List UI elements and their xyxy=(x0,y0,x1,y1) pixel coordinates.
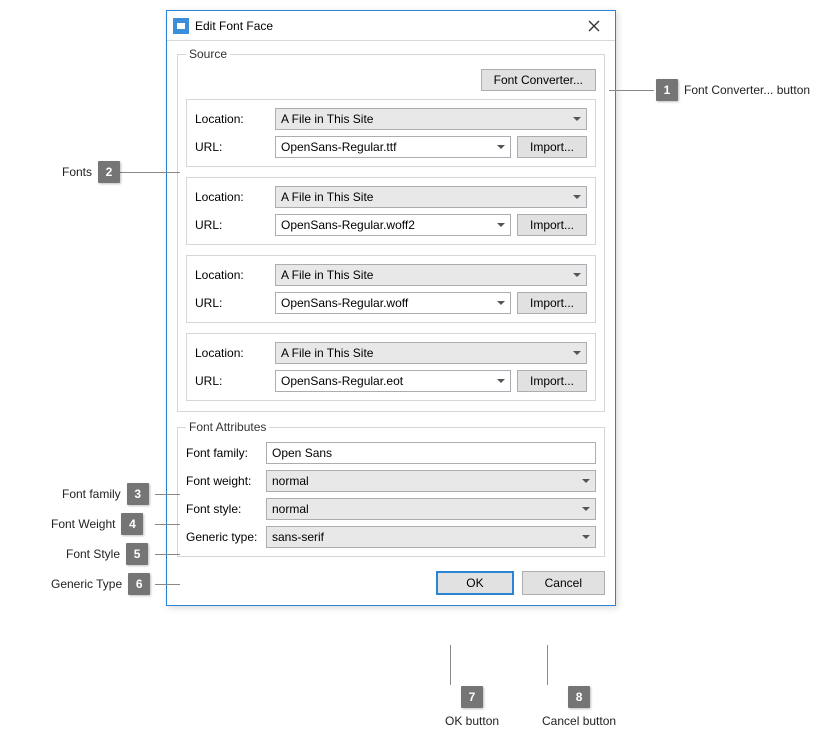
font-weight-select[interactable]: normal xyxy=(266,470,596,492)
location-label: Location: xyxy=(195,190,275,204)
chevron-down-icon xyxy=(568,109,586,129)
annotation: Generic Type 6 xyxy=(45,573,150,595)
chevron-down-icon xyxy=(492,293,510,313)
font-block: Location: A File in This Site URL: OpenS… xyxy=(186,255,596,323)
font-family-input[interactable] xyxy=(266,442,596,464)
cancel-button[interactable]: Cancel xyxy=(522,571,605,595)
chevron-down-icon xyxy=(492,215,510,235)
annotation-badge: 6 xyxy=(128,573,150,595)
font-block: Location: A File in This Site URL: OpenS… xyxy=(186,177,596,245)
annotation: Font family 3 xyxy=(56,483,149,505)
font-family-label: Font family: xyxy=(186,446,266,460)
generic-type-label: Generic type: xyxy=(186,530,266,544)
dialog-content: Source Font Converter... Location: A Fil… xyxy=(167,41,615,605)
location-select[interactable]: A File in This Site xyxy=(275,264,587,286)
annotation: Fonts 2 xyxy=(56,161,120,183)
annotation: Font Weight 4 xyxy=(45,513,143,535)
dialog-title: Edit Font Face xyxy=(195,19,579,33)
annotation-text: Cancel button xyxy=(542,714,616,728)
chevron-down-icon xyxy=(492,371,510,391)
chevron-down-icon xyxy=(577,471,595,491)
generic-type-select[interactable]: sans-serif xyxy=(266,526,596,548)
chevron-down-icon xyxy=(568,187,586,207)
dialog-footer: OK Cancel xyxy=(177,565,605,595)
annotation-badge: 4 xyxy=(121,513,143,535)
url-label: URL: xyxy=(195,140,275,154)
import-button[interactable]: Import... xyxy=(517,370,587,392)
location-select[interactable]: A File in This Site xyxy=(275,108,587,130)
close-icon xyxy=(588,20,600,32)
annotation-badge: 8 xyxy=(568,686,590,708)
annotation-text: Font Converter... button xyxy=(684,83,810,97)
chevron-down-icon xyxy=(577,527,595,547)
import-button[interactable]: Import... xyxy=(517,292,587,314)
annotation-text: OK button xyxy=(445,714,499,728)
chevron-down-icon xyxy=(568,265,586,285)
annotation-badge: 7 xyxy=(461,686,483,708)
annotation-text: Font family xyxy=(62,487,121,501)
location-select[interactable]: A File in This Site xyxy=(275,342,587,364)
annotation-text: Font Style xyxy=(66,547,120,561)
location-label: Location: xyxy=(195,112,275,126)
chevron-down-icon xyxy=(568,343,586,363)
url-label: URL: xyxy=(195,218,275,232)
annotation-badge: 5 xyxy=(126,543,148,565)
url-field[interactable]: OpenSans-Regular.ttf xyxy=(275,136,511,158)
font-style-select[interactable]: normal xyxy=(266,498,596,520)
font-weight-label: Font weight: xyxy=(186,474,266,488)
import-button[interactable]: Import... xyxy=(517,136,587,158)
annotation-text: Font Weight xyxy=(51,517,115,531)
source-group: Source Font Converter... Location: A Fil… xyxy=(177,47,605,412)
url-label: URL: xyxy=(195,296,275,310)
import-button[interactable]: Import... xyxy=(517,214,587,236)
ok-button[interactable]: OK xyxy=(436,571,513,595)
annotation: 1 Font Converter... button xyxy=(656,79,816,101)
font-converter-button[interactable]: Font Converter... xyxy=(481,69,596,91)
annotation: 7 OK button xyxy=(439,686,505,728)
close-button[interactable] xyxy=(579,12,609,40)
location-label: Location: xyxy=(195,268,275,282)
source-legend: Source xyxy=(186,47,230,61)
annotation-badge: 2 xyxy=(98,161,120,183)
annotation-text: Generic Type xyxy=(51,577,122,591)
font-attributes-legend: Font Attributes xyxy=(186,420,269,434)
url-field[interactable]: OpenSans-Regular.eot xyxy=(275,370,511,392)
annotation: Font Style 5 xyxy=(60,543,148,565)
edit-font-face-dialog: Edit Font Face Source Font Converter... … xyxy=(166,10,616,606)
location-select[interactable]: A File in This Site xyxy=(275,186,587,208)
app-icon xyxy=(173,18,189,34)
url-label: URL: xyxy=(195,374,275,388)
annotation-text: Fonts xyxy=(62,165,92,179)
url-field[interactable]: OpenSans-Regular.woff2 xyxy=(275,214,511,236)
font-style-label: Font style: xyxy=(186,502,266,516)
annotation: 8 Cancel button xyxy=(536,686,622,728)
location-label: Location: xyxy=(195,346,275,360)
font-attributes-group: Font Attributes Font family: Font weight… xyxy=(177,420,605,557)
annotation-badge: 3 xyxy=(127,483,149,505)
annotation-badge: 1 xyxy=(656,79,678,101)
chevron-down-icon xyxy=(492,137,510,157)
font-block: Location: A File in This Site URL: OpenS… xyxy=(186,333,596,401)
chevron-down-icon xyxy=(577,499,595,519)
font-block: Location: A File in This Site URL: OpenS… xyxy=(186,99,596,167)
titlebar: Edit Font Face xyxy=(167,11,615,41)
url-field[interactable]: OpenSans-Regular.woff xyxy=(275,292,511,314)
